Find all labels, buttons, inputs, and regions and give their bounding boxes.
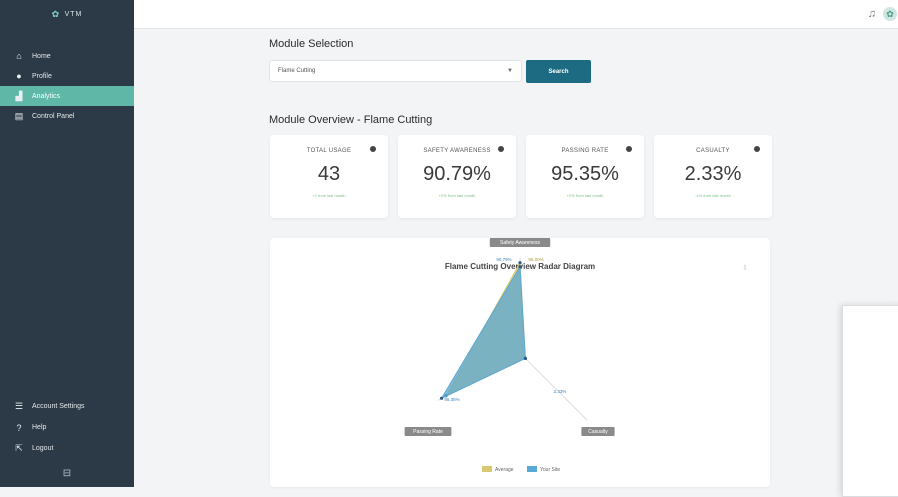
avatar[interactable]: ✿	[883, 7, 897, 21]
radar-point	[439, 396, 444, 400]
module-overview-heading: Module Overview - Flame Cutting	[269, 114, 433, 126]
sidebar-item-label: Logout	[32, 445, 54, 452]
info-icon[interactable]	[754, 146, 760, 152]
sidebar-item-logout[interactable]: ⇱ Logout	[0, 438, 134, 459]
stat-card-change: -1% from last month	[695, 193, 731, 198]
profile-icon: ●	[16, 71, 22, 81]
info-icon[interactable]	[498, 146, 504, 152]
info-icon[interactable]	[370, 146, 376, 152]
stat-card-casualty: CASUALTY 2.33% -1% from last month	[654, 135, 772, 218]
home-icon: ⌂	[16, 51, 22, 61]
top-bar: ♫ ✿	[134, 0, 898, 29]
radar-axis-line	[519, 352, 588, 421]
search-button[interactable]: Search	[526, 60, 591, 83]
sidebar-item-help[interactable]: ? Help	[0, 417, 134, 438]
module-select-value: Flame Cutting	[278, 68, 316, 74]
sidebar-item-account-settings[interactable]: ☰ Account Settings	[0, 396, 134, 417]
module-selection-heading: Module Selection	[269, 38, 354, 50]
info-icon[interactable]	[626, 146, 632, 152]
sidebar-item-label: Profile	[32, 72, 52, 80]
radar-value-label: 90.79%	[496, 257, 511, 262]
radar-chart: Safety Awareness Casualty Passing Rate 90.7…	[404, 238, 615, 473]
legend-swatch	[527, 466, 537, 472]
sidebar: ✿ VTM ⌂ Home ● Profile ▟ Analytics ▤ Con…	[0, 0, 134, 487]
stat-card-value: 43	[317, 163, 341, 185]
stat-card-passing-rate: PASSING RATE 95.35% +2% from last month	[526, 135, 644, 218]
sidebar-item-control-panel[interactable]: ▤ Control Panel	[0, 106, 134, 126]
analytics-icon: ▟	[15, 90, 23, 101]
overlay-panel	[842, 305, 898, 497]
radar-series-your-site	[440, 265, 526, 400]
sidebar-item-label: Help	[32, 424, 47, 431]
radar-point	[523, 356, 527, 360]
collapse-sidebar-icon[interactable]: ⊟	[0, 468, 134, 479]
radar-point	[518, 265, 522, 269]
sidebar-item-label: Home	[32, 52, 51, 60]
legend-label: Average	[495, 467, 514, 473]
brand-name: VTM	[64, 10, 83, 18]
radar-point	[518, 261, 522, 265]
logo-icon: ✿	[51, 9, 61, 19]
axis-label: Casualty	[588, 429, 608, 435]
legend-label: Your Site	[540, 467, 560, 473]
radar-value-label: 95.35%	[444, 397, 459, 402]
stat-card-value: 90.79%	[423, 163, 491, 185]
brand-logo[interactable]: ✿ VTM	[0, 0, 134, 28]
stat-card-change: +2% from last month	[566, 193, 604, 198]
help-icon: ?	[16, 422, 22, 433]
sidebar-item-profile[interactable]: ● Profile	[0, 66, 134, 86]
main-nav: ⌂ Home ● Profile ▟ Analytics ▤ Control P…	[0, 46, 134, 126]
radar-value-label: 95.00%	[528, 257, 543, 262]
stat-card-safety-awareness: SAFETY AWARENESS 90.79% +2% from last mo…	[398, 135, 516, 218]
bottom-nav: ☰ Account Settings ? Help ⇱ Logout	[0, 396, 134, 459]
sidebar-item-analytics[interactable]: ▟ Analytics	[0, 86, 134, 106]
stat-card-value: 2.33%	[684, 163, 742, 185]
module-select[interactable]: Flame Cutting ▼	[269, 60, 522, 82]
stat-card-value: 95.35%	[551, 163, 619, 185]
axis-label: Safety Awareness	[500, 240, 540, 246]
control-panel-icon: ▤	[14, 110, 24, 121]
legend-swatch	[482, 466, 492, 472]
sidebar-item-label: Account Settings	[32, 403, 85, 410]
bell-icon[interactable]: ♫	[868, 8, 876, 20]
settings-icon: ☰	[14, 401, 24, 411]
sidebar-item-label: Analytics	[32, 92, 61, 100]
radar-chart-panel: Flame Cutting Overview Radar Diagram ⇩ S…	[270, 238, 770, 487]
sidebar-item-label: Control Panel	[32, 112, 75, 120]
axis-label: Passing Rate	[413, 429, 443, 435]
stat-card-total-usage: TOTAL USAGE 43 +1 from last month	[270, 135, 388, 218]
stat-card-change: +1 from last month	[312, 193, 346, 198]
chevron-down-icon: ▼	[507, 68, 513, 74]
logout-icon: ⇱	[15, 443, 23, 453]
radar-value-label: 2.33%	[554, 389, 567, 394]
stat-card-change: +2% from last month	[438, 193, 476, 198]
sidebar-item-home[interactable]: ⌂ Home	[0, 46, 134, 66]
